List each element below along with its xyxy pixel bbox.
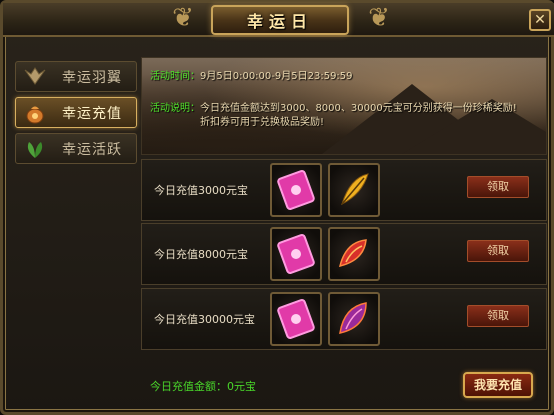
sidebar-item-lucky-recharge[interactable]: 幸运充值 [15, 97, 137, 128]
event-description-2: 折扣券可用于兑换极品奖励! [200, 117, 325, 128]
sidebar-item-lucky-wings[interactable]: 幸运羽翼 [15, 61, 137, 92]
claim-button[interactable]: 领取 [467, 305, 529, 327]
sidebar-item-label: 幸运充值 [62, 105, 122, 122]
reward-row: 今日充值30000元宝 领取 [141, 288, 547, 350]
money-bag-icon [22, 101, 48, 125]
reward-row: 今日充值8000元宝 领取 [141, 223, 547, 285]
dragon-ornament-icon: ❦ [368, 3, 390, 33]
event-description: 活动说明：今日充值金额达到3000、8000、30000元宝可分别获得一份珍稀奖… [150, 103, 517, 114]
title-plate: 幸运日 [211, 5, 349, 35]
recharge-button[interactable]: 我要充值 [463, 372, 533, 398]
reward-row: 今日充值3000元宝 领取 [141, 159, 547, 221]
title-bar[interactable]: ❦ 幸运日 ❦ ✕ [3, 3, 554, 37]
lucky-day-window: ❦ 幸运日 ❦ ✕ 幸运羽翼 幸运充值 幸运活跃 活动时间：9月5日0:00:0… [0, 0, 554, 415]
dragon-ornament-icon: ❦ [172, 3, 194, 33]
reward-condition: 今日充值30000元宝 [154, 313, 255, 326]
total-recharge-label: 今日充值金额：0元宝 [150, 380, 256, 393]
wings-icon [22, 65, 48, 89]
purple-wing-icon[interactable] [328, 292, 380, 346]
red-wing-icon[interactable] [328, 227, 380, 281]
sidebar-item-label: 幸运活跃 [62, 141, 122, 158]
leaf-icon [22, 137, 48, 161]
feather-icon[interactable] [328, 163, 380, 217]
coupon-icon[interactable] [270, 292, 322, 346]
coupon-icon[interactable] [270, 163, 322, 217]
claim-button[interactable]: 领取 [467, 240, 529, 262]
event-banner: 活动时间：9月5日0:00:00-9月5日23:59:59 活动说明：今日充值金… [141, 57, 547, 155]
claim-button[interactable]: 领取 [467, 176, 529, 198]
reward-condition: 今日充值3000元宝 [154, 184, 248, 197]
sidebar-item-lucky-active[interactable]: 幸运活跃 [15, 133, 137, 164]
coupon-icon[interactable] [270, 227, 322, 281]
window-title: 幸运日 [246, 12, 313, 31]
event-time: 活动时间：9月5日0:00:00-9月5日23:59:59 [150, 71, 353, 82]
close-button[interactable]: ✕ [529, 9, 551, 31]
sidebar: 幸运羽翼 幸运充值 幸运活跃 [15, 61, 137, 165]
reward-condition: 今日充值8000元宝 [154, 248, 248, 261]
sidebar-item-label: 幸运羽翼 [62, 69, 122, 86]
